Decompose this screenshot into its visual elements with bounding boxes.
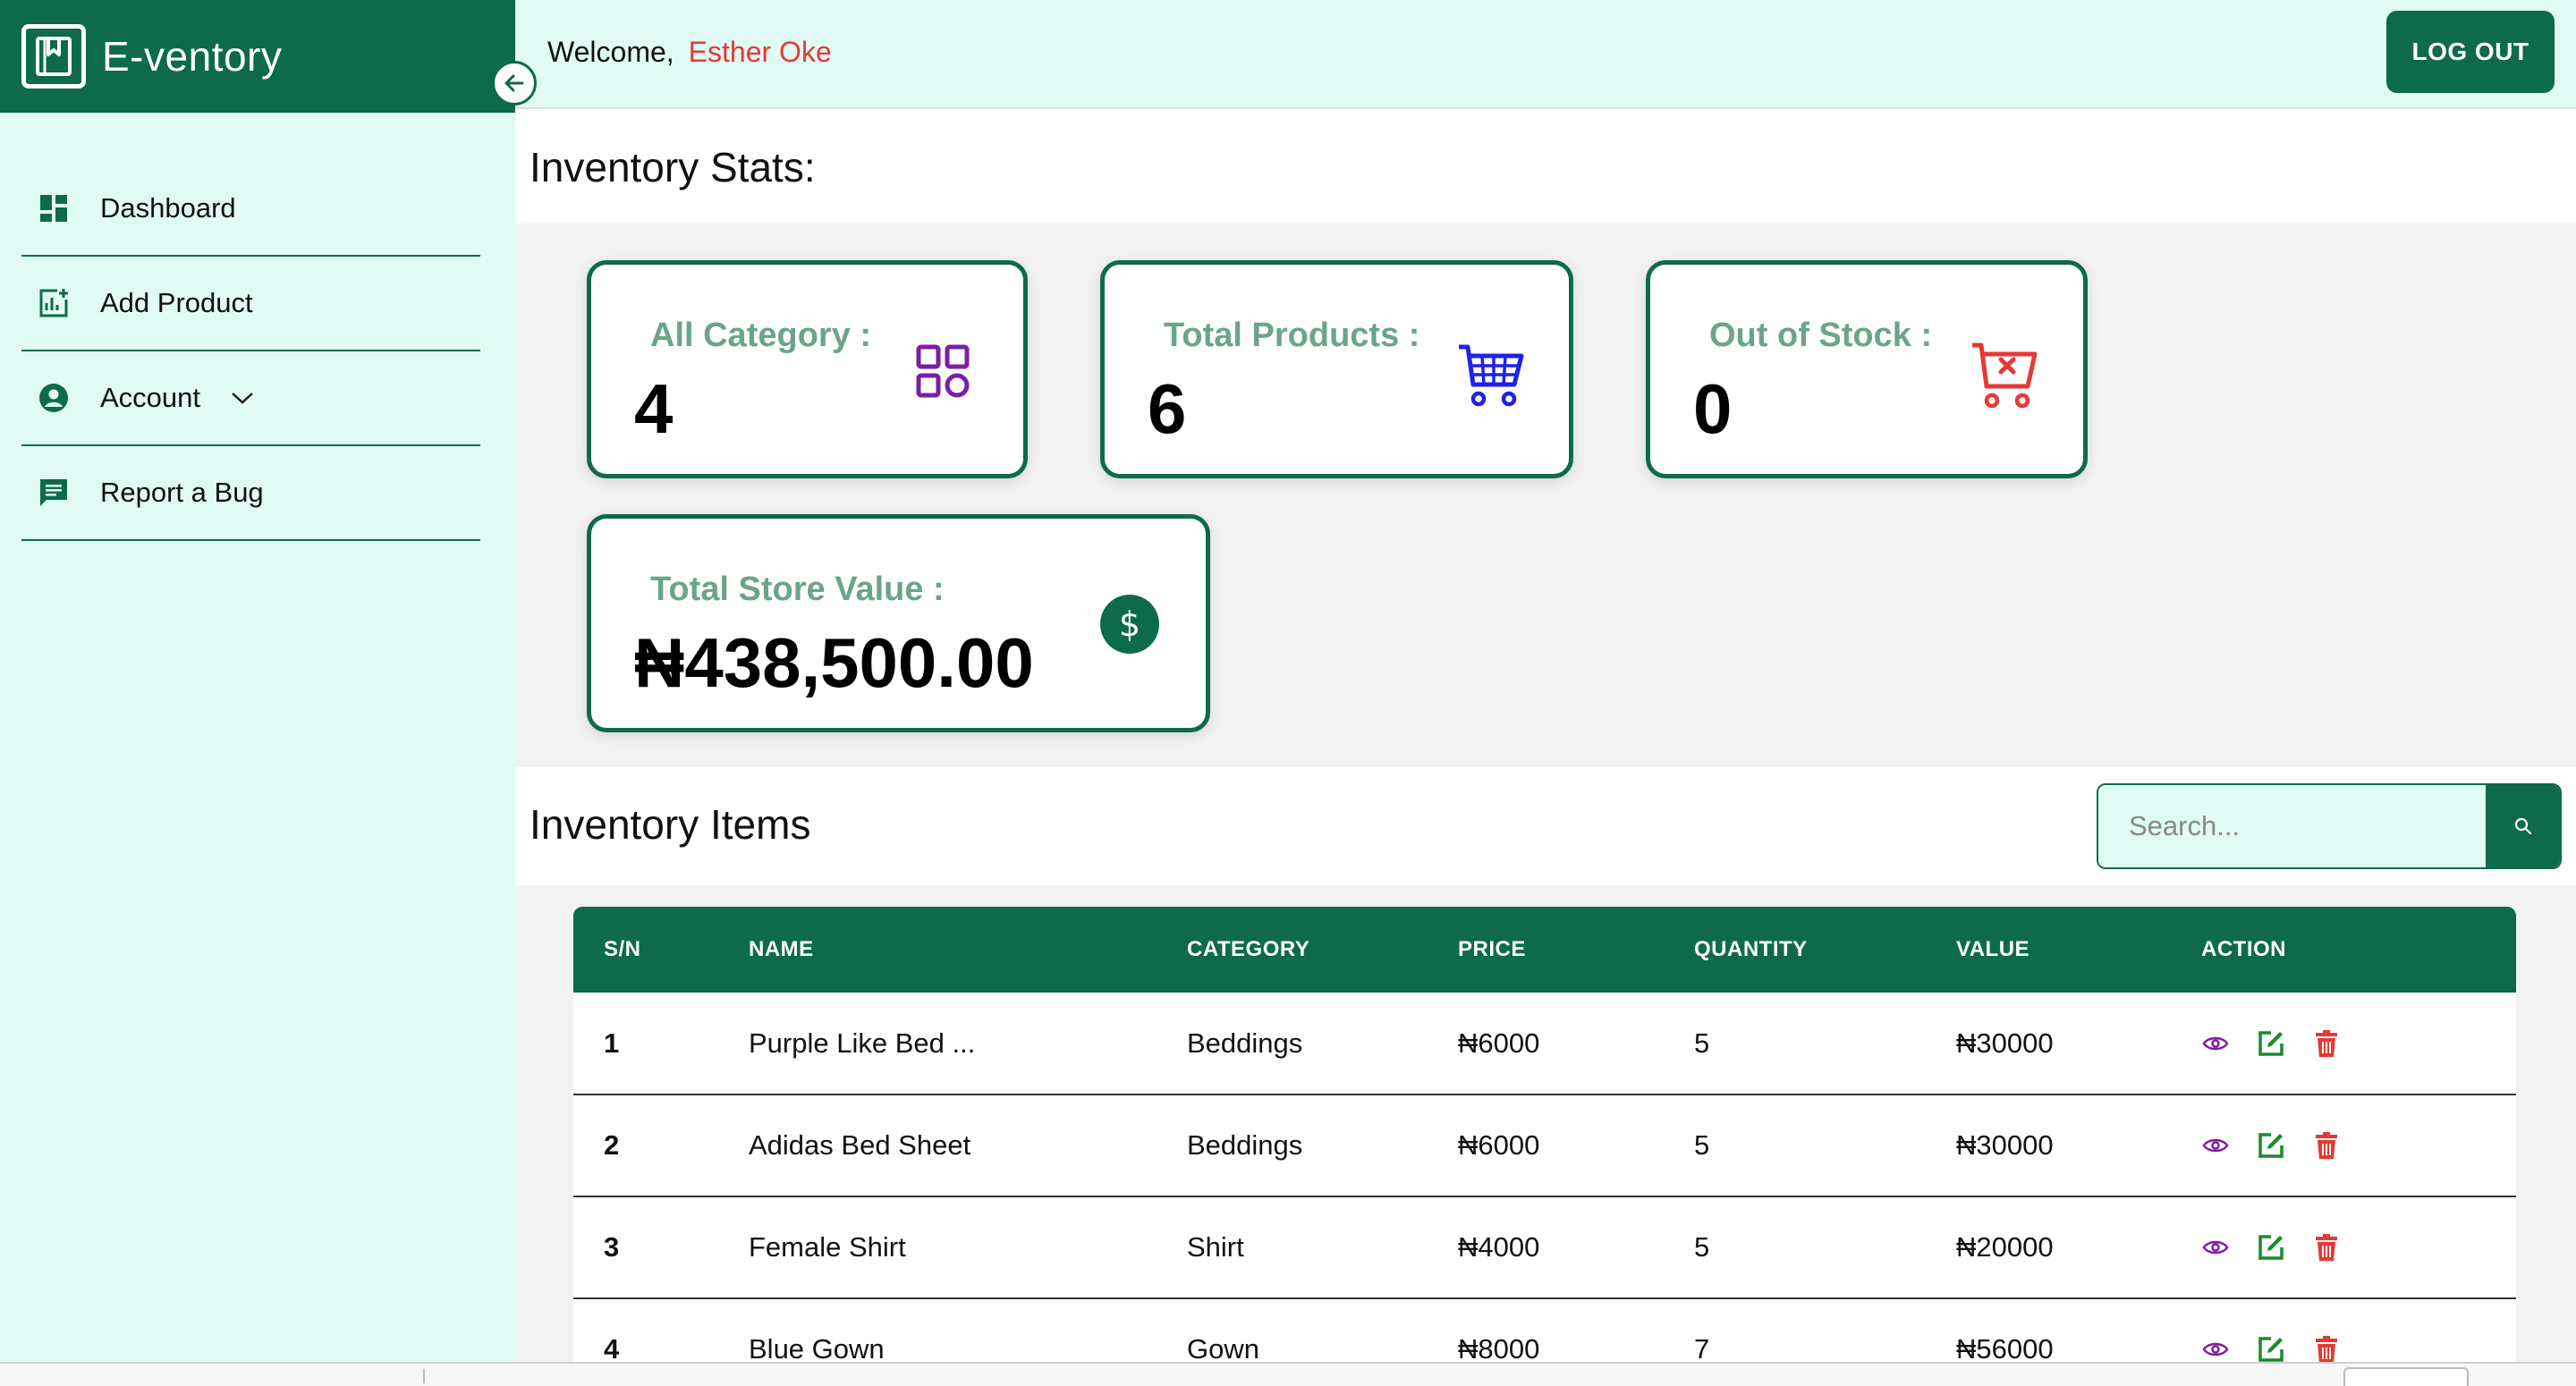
search-bar — [2097, 783, 2562, 869]
stat-card-value: ₦438,500.00 — [634, 623, 1034, 702]
table-row: 2 Adidas Bed Sheet Beddings ₦6000 5 ₦300… — [573, 1094, 2516, 1197]
stat-card-label: Total Store Value : — [650, 570, 945, 608]
cell-value: ₦20000 — [1956, 1196, 2201, 1299]
sidebar: E-ventory Dashboard Add Product Account … — [0, 0, 515, 1386]
bottom-scroll-bar — [0, 1362, 2576, 1386]
column-header-sn: S/N — [573, 907, 749, 993]
stat-card-out-of-stock: Out of Stock : 0 — [1646, 260, 2088, 478]
cell-actions — [2201, 993, 2516, 1095]
column-header-action: ACTION — [2201, 907, 2516, 993]
edit-icon[interactable] — [2257, 1334, 2285, 1365]
sidebar-item-label: Dashboard — [100, 192, 236, 224]
sidebar-item-dashboard[interactable]: Dashboard — [21, 162, 480, 257]
inventory-table-wrapper: S/N NAME CATEGORY PRICE QUANTITY VALUE A… — [515, 885, 2576, 1386]
cell-quantity: 5 — [1694, 993, 1956, 1095]
sidebar-item-account[interactable]: Account — [21, 351, 480, 446]
cart-icon — [1457, 342, 1525, 412]
cell-value: ₦30000 — [1956, 1094, 2201, 1197]
cell-name: Female Shirt — [749, 1196, 1187, 1299]
cell-name: Purple Like Bed ... — [749, 993, 1187, 1095]
dashboard-icon — [36, 190, 72, 226]
column-header-price: PRICE — [1458, 907, 1694, 993]
stat-card-value: 6 — [1148, 369, 1187, 448]
cell-quantity: 5 — [1694, 1196, 1956, 1299]
table-header-row: S/N NAME CATEGORY PRICE QUANTITY VALUE A… — [573, 907, 2516, 993]
stat-card-all-category: All Category : 4 — [587, 260, 1028, 478]
sidebar-item-add-product[interactable]: Add Product — [21, 257, 480, 351]
stat-card-label: Out of Stock : — [1709, 317, 1933, 354]
cell-category: Beddings — [1187, 993, 1458, 1095]
stat-card-total-store-value: Total Store Value : ₦438,500.00 $ — [587, 514, 1210, 732]
logout-button[interactable]: LOG OUT — [2386, 11, 2555, 93]
view-eye-icon[interactable] — [2201, 1334, 2230, 1365]
stat-card-value: 0 — [1693, 369, 1733, 448]
cell-price: ₦4000 — [1458, 1196, 1694, 1299]
cell-sn: 2 — [573, 1094, 749, 1197]
stat-card-total-products: Total Products : 6 — [1100, 260, 1573, 478]
dollar-icon: $ — [1099, 594, 1160, 659]
welcome-text: Welcome, — [547, 36, 674, 68]
welcome-message: Welcome, Esther Oke — [547, 36, 832, 69]
bookmark-book-icon — [21, 24, 86, 89]
sidebar-nav: Dashboard Add Product Account Report a B… — [0, 162, 515, 541]
inventory-table: S/N NAME CATEGORY PRICE QUANTITY VALUE A… — [573, 907, 2516, 1386]
search-button[interactable] — [2486, 785, 2560, 867]
table-row: 3 Female Shirt Shirt ₦4000 5 ₦20000 — [573, 1196, 2516, 1299]
collapse-sidebar-button[interactable] — [492, 61, 537, 106]
items-heading: Inventory Items — [530, 801, 811, 848]
view-eye-icon[interactable] — [2201, 1130, 2230, 1161]
column-header-name: NAME — [749, 907, 1187, 993]
stat-card-value: 4 — [634, 369, 674, 448]
column-header-category: CATEGORY — [1187, 907, 1458, 993]
view-eye-icon[interactable] — [2201, 1232, 2230, 1263]
delete-trash-icon[interactable] — [2312, 1334, 2341, 1365]
sidebar-item-report-bug[interactable]: Report a Bug — [21, 446, 480, 541]
user-name: Esther Oke — [688, 36, 832, 68]
edit-icon[interactable] — [2257, 1130, 2285, 1161]
cell-sn: 1 — [573, 993, 749, 1095]
svg-text:$: $ — [1119, 604, 1140, 644]
category-grid-icon — [915, 343, 970, 403]
stat-card-label: All Category : — [650, 317, 872, 354]
stats-heading: Inventory Stats: — [530, 144, 816, 190]
cell-quantity: 5 — [1694, 1094, 1956, 1197]
stats-area: All Category : 4 Total Products : 6 Out … — [515, 224, 2576, 767]
stat-card-label: Total Products : — [1164, 317, 1420, 354]
brand-title: E-ventory — [102, 33, 283, 80]
add-chart-icon — [36, 285, 72, 321]
cell-category: Shirt — [1187, 1196, 1458, 1299]
cell-value: ₦30000 — [1956, 993, 2201, 1095]
delete-trash-icon[interactable] — [2312, 1028, 2341, 1059]
divider — [423, 1369, 425, 1383]
cell-actions — [2201, 1196, 2516, 1299]
arrow-left-icon — [504, 74, 524, 92]
cell-name: Adidas Bed Sheet — [749, 1094, 1187, 1197]
delete-trash-icon[interactable] — [2312, 1130, 2341, 1161]
column-header-value: VALUE — [1956, 907, 2201, 993]
brand-bar: E-ventory — [0, 0, 515, 113]
chevron-down-icon[interactable] — [231, 389, 258, 407]
view-eye-icon[interactable] — [2201, 1028, 2230, 1059]
table-row: 1 Purple Like Bed ... Beddings ₦6000 5 ₦… — [573, 993, 2516, 1095]
cell-price: ₦6000 — [1458, 1094, 1694, 1197]
cart-remove-icon — [1970, 338, 2038, 414]
search-icon — [2514, 817, 2531, 835]
account-circle-icon — [36, 380, 72, 416]
bottom-control[interactable] — [2343, 1367, 2469, 1386]
sidebar-item-label: Account — [100, 382, 201, 413]
cell-price: ₦6000 — [1458, 993, 1694, 1095]
column-header-quantity: QUANTITY — [1694, 907, 1956, 993]
edit-icon[interactable] — [2257, 1028, 2285, 1059]
sidebar-item-label: Report a Bug — [100, 477, 264, 508]
cell-category: Beddings — [1187, 1094, 1458, 1197]
cell-sn: 3 — [573, 1196, 749, 1299]
cell-actions — [2201, 1094, 2516, 1197]
top-header: Welcome, Esther Oke LOG OUT — [515, 0, 2576, 109]
delete-trash-icon[interactable] — [2312, 1232, 2341, 1263]
sidebar-item-label: Add Product — [100, 287, 253, 318]
search-input[interactable] — [2098, 785, 2486, 867]
edit-icon[interactable] — [2257, 1232, 2285, 1263]
message-icon — [36, 475, 72, 511]
